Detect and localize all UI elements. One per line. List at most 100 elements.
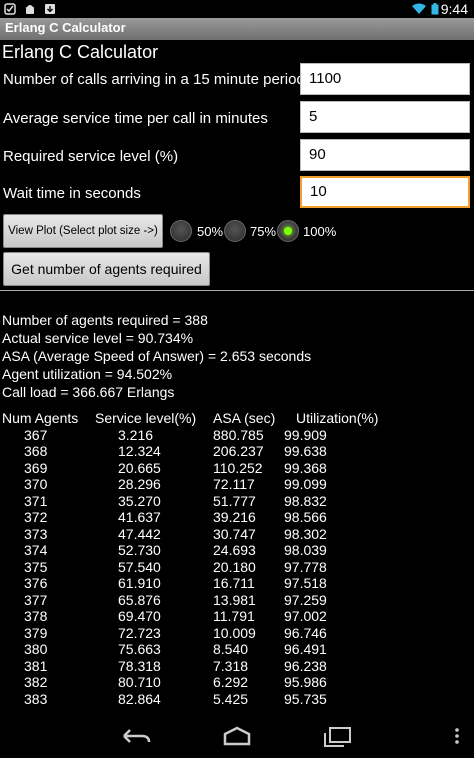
recent-apps-icon[interactable] [322,724,352,748]
window-title-bar: Erlang C Calculator [0,18,474,40]
service-level-input[interactable]: 90 [300,139,470,171]
cell-service-level: 82.864 [118,690,161,707]
results-table: Num Agents Service level(%) ASA (sec) Ut… [0,410,474,707]
cell-asa: 51.777 [213,492,256,509]
agent-utilization-text: Agent utilization = 94.502% [2,366,173,382]
cell-utilization: 99.099 [284,476,327,492]
cell-utilization: 97.518 [284,575,327,591]
window-title: Erlang C Calculator [5,20,126,35]
service-time-input[interactable]: 5 [300,101,470,133]
radio-100[interactable] [277,220,299,242]
actual-service-level-text: Actual service level = 90.734% [2,330,194,346]
cell-asa: 8.540 [213,641,249,657]
cell-num-agents: 377 [24,591,48,608]
table-row: 368 12.324 206.237 99.638 [0,443,474,460]
divider [0,290,474,291]
cell-asa: 10.009 [213,624,256,641]
back-icon[interactable] [120,724,152,748]
cell-num-agents: 380 [24,641,48,657]
cell-service-level: 57.540 [118,558,161,575]
table-row: 374 52.730 24.693 98.039 [0,542,474,559]
table-row: 382 80.710 6.292 95.986 [0,674,474,691]
cell-utilization: 97.259 [284,591,327,608]
cell-asa: 13.981 [213,591,256,608]
cell-service-level: 28.296 [118,476,161,492]
cell-service-level: 80.710 [118,674,161,690]
call-load-text: Call load = 366.667 Erlangs [2,384,175,400]
table-row: 383 82.864 5.425 95.735 [0,691,474,708]
view-plot-button[interactable]: View Plot (Select plot size ->) [3,214,163,248]
status-bar: 9:44 [0,0,474,18]
cell-num-agents: 372 [24,509,48,525]
app-heading: Erlang C Calculator [2,42,159,62]
wait-time-input[interactable]: 10 [300,176,470,208]
cell-utilization: 98.832 [284,492,327,509]
cell-service-level: 78.318 [118,657,161,674]
cell-asa: 24.693 [213,542,256,558]
cell-num-agents: 367 [24,426,48,443]
cell-service-level: 12.324 [118,443,161,459]
calls-input[interactable]: 1100 [300,63,470,95]
cell-asa: 72.117 [213,476,255,492]
table-row: 380 75.663 8.540 96.491 [0,641,474,658]
cell-asa: 880.785 [213,426,264,443]
cell-num-agents: 379 [24,624,48,641]
table-body: 367 3.216 880.785 99.909 368 12.324 206.237 99.… [0,427,474,708]
get-agents-button[interactable]: Get number of agents required [3,252,210,286]
cell-utilization: 99.638 [284,443,327,459]
radio-75[interactable] [224,220,246,242]
cell-asa: 6.292 [213,674,249,690]
results-summary: Number of agents required = 388 Actual s… [2,311,311,401]
table-row: 379 72.723 10.009 96.746 [0,625,474,642]
radio-50[interactable] [170,220,192,242]
cell-asa: 30.747 [213,525,256,542]
radio-50-label: 50% [197,224,224,239]
table-row: 375 57.540 20.180 97.778 [0,559,474,576]
cell-num-agents: 381 [24,657,48,674]
cell-asa: 5.425 [213,690,249,707]
cell-asa: 20.180 [213,558,256,575]
cell-utilization: 98.566 [284,509,327,525]
cell-utilization: 98.302 [284,525,327,542]
cell-utilization: 97.002 [284,608,327,624]
cell-utilization: 99.368 [284,459,327,476]
cell-service-level: 20.665 [118,459,161,476]
checkbox-icon [4,3,16,15]
home-icon[interactable] [222,724,252,748]
cell-utilization: 96.238 [284,657,327,674]
service-level-label: Required service level (%) [3,148,179,165]
table-row: 372 41.637 39.216 98.566 [0,509,474,526]
cell-asa: 11.791 [213,608,255,624]
cell-num-agents: 371 [24,492,48,509]
cell-num-agents: 378 [24,608,48,624]
cell-service-level: 72.723 [118,624,161,641]
header-num-agents: Num Agents [2,410,79,426]
cell-asa: 110.252 [213,459,263,476]
cell-utilization: 95.735 [284,690,327,707]
header-utilization: Utilization(%) [296,410,379,426]
cell-service-level: 47.442 [118,525,161,542]
header-asa: ASA (sec) [213,410,276,426]
radio-100-label: 100% [303,224,337,239]
cell-service-level: 3.216 [118,426,154,443]
cell-num-agents: 375 [24,558,48,575]
cell-asa: 16.711 [213,575,255,591]
table-row: 370 28.296 72.117 99.099 [0,476,474,493]
overflow-menu-icon[interactable] [452,724,462,748]
cell-utilization: 97.778 [284,558,327,575]
cell-asa: 206.237 [213,443,264,459]
cell-asa: 39.216 [213,509,256,525]
status-time: 9:44 [440,1,468,17]
cell-utilization: 96.491 [284,641,327,657]
navigation-bar [0,714,474,758]
battery-icon [431,3,439,15]
table-row: 369 20.665 110.252 99.368 [0,460,474,477]
table-row: 371 35.270 51.777 98.832 [0,493,474,510]
cell-service-level: 52.730 [118,542,161,558]
cell-num-agents: 382 [24,674,48,690]
cell-num-agents: 383 [24,690,48,707]
asa-text: ASA (Average Speed of Answer) = 2.653 se… [2,348,312,364]
cell-utilization: 95.986 [284,674,327,690]
cell-service-level: 75.663 [118,641,161,657]
cell-num-agents: 373 [24,525,48,542]
